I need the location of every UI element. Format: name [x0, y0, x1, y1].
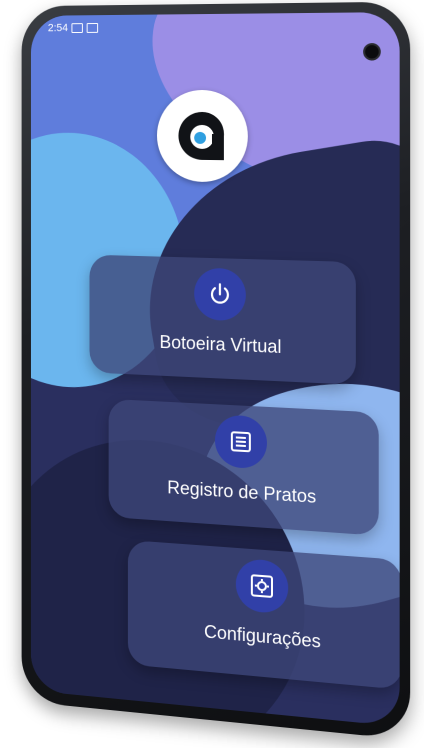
menu-card-label: Botoeira Virtual — [159, 331, 282, 358]
list-icon-circle — [214, 414, 267, 470]
gear-icon — [249, 572, 275, 600]
menu-card-configuracoes[interactable]: Configurações — [127, 540, 400, 690]
gear-icon-circle — [235, 557, 289, 615]
notification-icon — [87, 23, 99, 33]
power-icon-circle — [194, 267, 246, 322]
app-logo-a-icon — [179, 112, 224, 161]
list-icon — [228, 428, 254, 456]
phone-frame: 2:54 Botoeira Virtual Registro de Pratos… — [21, 1, 411, 741]
phone-screen: 2:54 Botoeira Virtual Registro de Pratos… — [30, 12, 400, 727]
notification-icon — [71, 23, 84, 34]
status-bar: 2:54 — [48, 16, 381, 37]
front-camera — [363, 43, 381, 61]
menu-card-label: Configurações — [204, 621, 321, 652]
status-time: 2:54 — [47, 22, 69, 35]
menu-card-botoeira-virtual[interactable]: Botoeira Virtual — [89, 254, 356, 385]
menu-card-registro-de-pratos[interactable]: Registro de Pratos — [108, 398, 379, 536]
product-mockup: 2:54 Botoeira Virtual Registro de Pratos… — [0, 0, 424, 748]
app-logo — [156, 89, 248, 183]
menu-card-label: Registro de Pratos — [167, 477, 317, 507]
power-icon — [210, 282, 229, 304]
